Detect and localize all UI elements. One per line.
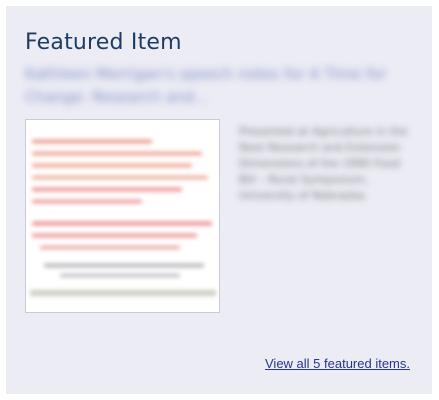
widget-title: Featured Item — [25, 30, 182, 55]
view-all-featured-link[interactable]: View all 5 featured items. — [265, 356, 410, 371]
featured-item-title-link[interactable]: Kathleen Merrigan's speech notes for A T… — [25, 63, 405, 109]
thumbnail-document-image — [30, 128, 216, 304]
featured-item-thumbnail[interactable] — [25, 119, 220, 313]
featured-item-panel: Featured Item Kathleen Merrigan's speech… — [6, 6, 432, 394]
featured-item-description: Presented at Agriculture in the Next Res… — [239, 125, 408, 202]
